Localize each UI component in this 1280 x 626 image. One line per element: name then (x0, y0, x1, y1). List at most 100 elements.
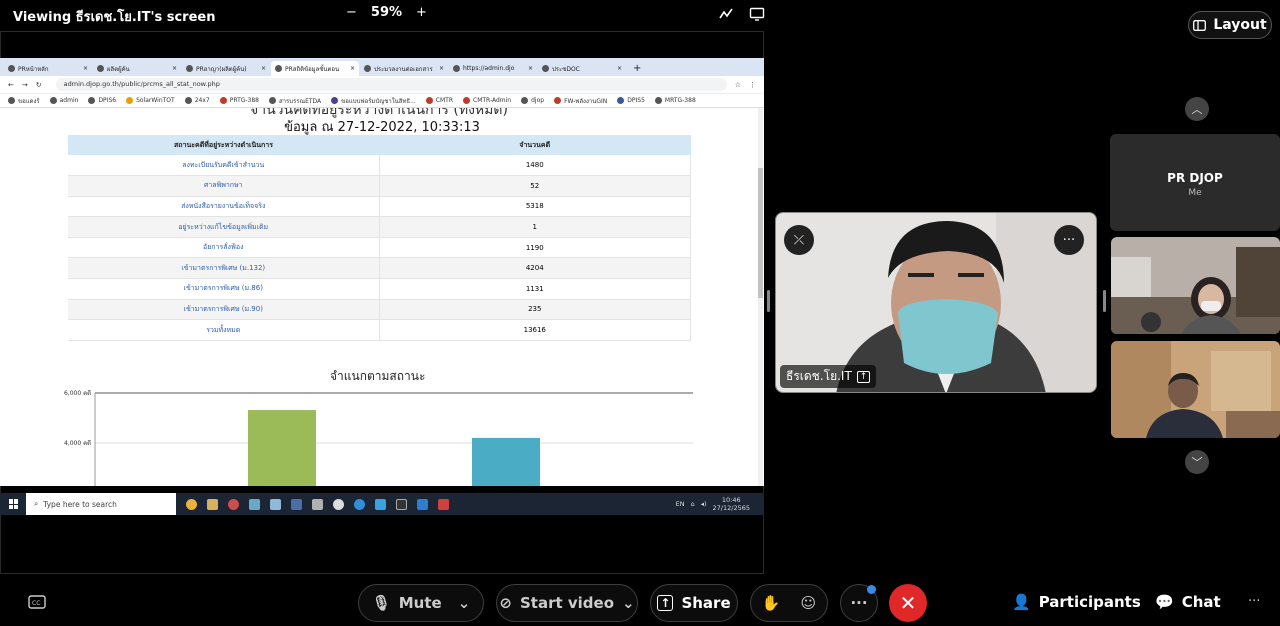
file-explorer-icon[interactable] (207, 498, 218, 510)
start-video-label: Start video (519, 594, 615, 612)
bookmark-item[interactable]: djop (521, 97, 544, 104)
app-icon[interactable] (291, 498, 302, 510)
app-icon[interactable] (270, 498, 281, 510)
chrome-active-icon[interactable] (228, 498, 239, 510)
reload-icon[interactable]: ↻ (36, 81, 42, 89)
zoom-out-button[interactable]: − (346, 5, 357, 20)
status-cell[interactable]: เข้ามาตรการพิเศษ (ม.132) (68, 257, 380, 280)
bookmark-item[interactable]: CMTR-Admin (463, 97, 511, 104)
edge-icon[interactable] (354, 498, 365, 510)
app-icon[interactable] (438, 498, 449, 510)
status-cell[interactable]: ลงทะเบียนรับคดีเข้าสำนวน (68, 155, 380, 177)
bookmark-item[interactable]: สารบรรณETDA (269, 96, 321, 106)
browser-tab[interactable]: ประมวลงานต่อเอกสาร × (360, 61, 448, 76)
taskbar-search[interactable]: ⌕ Type here to search (26, 493, 176, 515)
start-video-button[interactable]: ⊘ Start video ⌄ (496, 584, 638, 622)
status-cell[interactable]: เข้ามาตรการพิเศษ (ม.90) (68, 299, 380, 321)
browser-tab[interactable]: PRอาญา(ผลิตผู้ค้น) × (182, 61, 270, 76)
leave-meeting-button[interactable]: ✕ (889, 584, 927, 622)
scroll-down-chevron-icon[interactable]: ﹀ (1185, 450, 1209, 474)
volume-icon[interactable]: ◂) (701, 500, 707, 508)
reactions-group: ✋ ☺ (750, 584, 828, 622)
scroll-up-chevron-icon[interactable]: ︿ (1185, 97, 1209, 121)
viewing-title: Viewing ธีรเดช.โย.IT's screen (13, 10, 216, 25)
extensions-icon[interactable]: ⋮ (749, 81, 756, 89)
emoji-icon[interactable]: ☺ (801, 594, 817, 612)
overflow-menu-icon[interactable]: ··· (1248, 594, 1260, 609)
zoom-in-button[interactable]: + (416, 5, 427, 20)
bookmark-item[interactable]: PRTG-388 (219, 97, 259, 104)
calculator-icon[interactable] (312, 498, 323, 510)
page-scrollbar-thumb[interactable] (758, 168, 763, 298)
new-tab-button[interactable]: + (627, 63, 647, 76)
network-icon[interactable]: ⌂ (691, 500, 695, 508)
app-icon[interactable] (333, 498, 344, 510)
ie-icon[interactable] (375, 498, 386, 510)
star-icon[interactable]: ☆ (735, 81, 741, 89)
video-more-options-icon[interactable]: ··· (1054, 225, 1084, 255)
bookmark-item[interactable]: ขอแดงร้ (8, 96, 40, 106)
shared-browser-window: PRหน้าหลัก × ผลิตผู้ค้น × PRอาญา(ผลิตผู้ค้… (0, 58, 764, 486)
status-cell[interactable]: อัยการสั่งฟ้อง (68, 237, 380, 259)
annotate-icon[interactable] (718, 6, 734, 22)
browser-tab[interactable]: PRหน้าหลัก × (4, 61, 92, 76)
terminal-icon[interactable] (396, 498, 407, 510)
back-icon[interactable]: ← (8, 81, 14, 89)
vscode-icon[interactable] (417, 498, 428, 510)
browser-tab[interactable]: https://admin.djo × (449, 61, 537, 76)
self-video-tile[interactable]: PR DJOP Me (1110, 134, 1280, 231)
layout-button[interactable]: Layout (1188, 11, 1272, 39)
count-cell: 235 (379, 299, 691, 321)
mute-button[interactable]: 🎙 Mute ⌄ (358, 584, 484, 622)
bookmark-item[interactable]: MRTG-388 (654, 97, 696, 104)
browser-tab[interactable]: ผลิตผู้ค้น × (93, 61, 181, 76)
bookmark-item[interactable]: DPIS5 (617, 97, 645, 104)
language-indicator[interactable]: EN (676, 500, 685, 508)
participant-video-tile[interactable] (1111, 341, 1280, 438)
search-icon: ⌕ (34, 499, 39, 508)
bookmark-item[interactable]: ขอแบบฟอร์มบัญชาในสิทธิ... (331, 96, 416, 106)
browser-tab-active[interactable]: PRสถิติข้อมูลขั้นตอน × (271, 61, 359, 76)
bookmark-item[interactable]: CMTR (425, 97, 453, 104)
bookmark-item[interactable]: 24x7 (184, 97, 210, 104)
panel-resize-handle[interactable] (1103, 290, 1106, 312)
unpin-icon[interactable]: ⤫ (784, 225, 814, 255)
captions-icon[interactable]: CC (28, 594, 46, 613)
chart-bar[interactable] (248, 410, 316, 486)
bookmark-item[interactable]: FW-พลังงานGIN (554, 96, 607, 106)
chat-button[interactable]: 💬 Chat (1155, 593, 1221, 611)
share-button[interactable]: ↑ Share (650, 584, 738, 622)
bookmark-item[interactable]: DPIS6 (88, 97, 116, 104)
status-cell[interactable]: อยู่ระหว่างแก้ไขข้อมูลเพิ่มเติม (68, 216, 380, 238)
bookmark-item[interactable]: SolarWinTOT (126, 97, 175, 104)
status-cell[interactable]: รวมทั้งหมด (68, 319, 380, 341)
forward-icon[interactable]: → (22, 81, 28, 89)
chart-bar[interactable] (472, 437, 540, 486)
status-cell[interactable]: ศาลพิพากษา (68, 175, 380, 197)
tab-favicon-icon (364, 65, 371, 72)
meeting-window: { "topbar": { "viewing": "Viewing ธีรเดช… (0, 0, 1280, 626)
chevron-down-icon[interactable]: ⌄ (458, 594, 471, 612)
count-cell: 1 (379, 216, 691, 238)
chevron-down-icon[interactable]: ⌄ (622, 594, 635, 612)
status-cell[interactable]: เข้ามาตรการพิเศษ (ม.86) (68, 278, 380, 300)
panel-resize-handle[interactable] (767, 290, 770, 312)
app-icon[interactable] (249, 498, 260, 510)
microphone-icon: 🎙 (371, 594, 391, 612)
participants-button[interactable]: 👤 Participants (1012, 593, 1141, 611)
windows-start-icon[interactable] (9, 499, 19, 509)
taskbar-clock[interactable]: 10:46 27/12/2565 (713, 496, 750, 512)
remote-control-icon[interactable] (749, 6, 765, 22)
data-timestamp: ข้อมูล ณ 27-12-2022, 10:33:13 (284, 120, 480, 135)
raise-hand-icon[interactable]: ✋ (762, 594, 781, 612)
chrome-icon[interactable] (186, 498, 197, 510)
active-speaker-video[interactable]: ⤫ ··· ธีรเดช.โย.IT ↑ (775, 212, 1097, 393)
taskbar-search-placeholder: Type here to search (43, 499, 117, 509)
participant-video-tile[interactable] (1111, 237, 1280, 334)
status-cell[interactable]: ส่งหนังสือรายงานข้อเท็จจริง (68, 196, 380, 218)
self-label: Me (1188, 188, 1202, 198)
bookmark-item[interactable]: admin (49, 97, 78, 104)
participant-video-frame (1111, 237, 1280, 334)
browser-tab[interactable]: ประชDOC × (538, 61, 626, 76)
url-field[interactable]: admin.djop.go.th/public/prcms_all_stat_n… (55, 78, 727, 91)
